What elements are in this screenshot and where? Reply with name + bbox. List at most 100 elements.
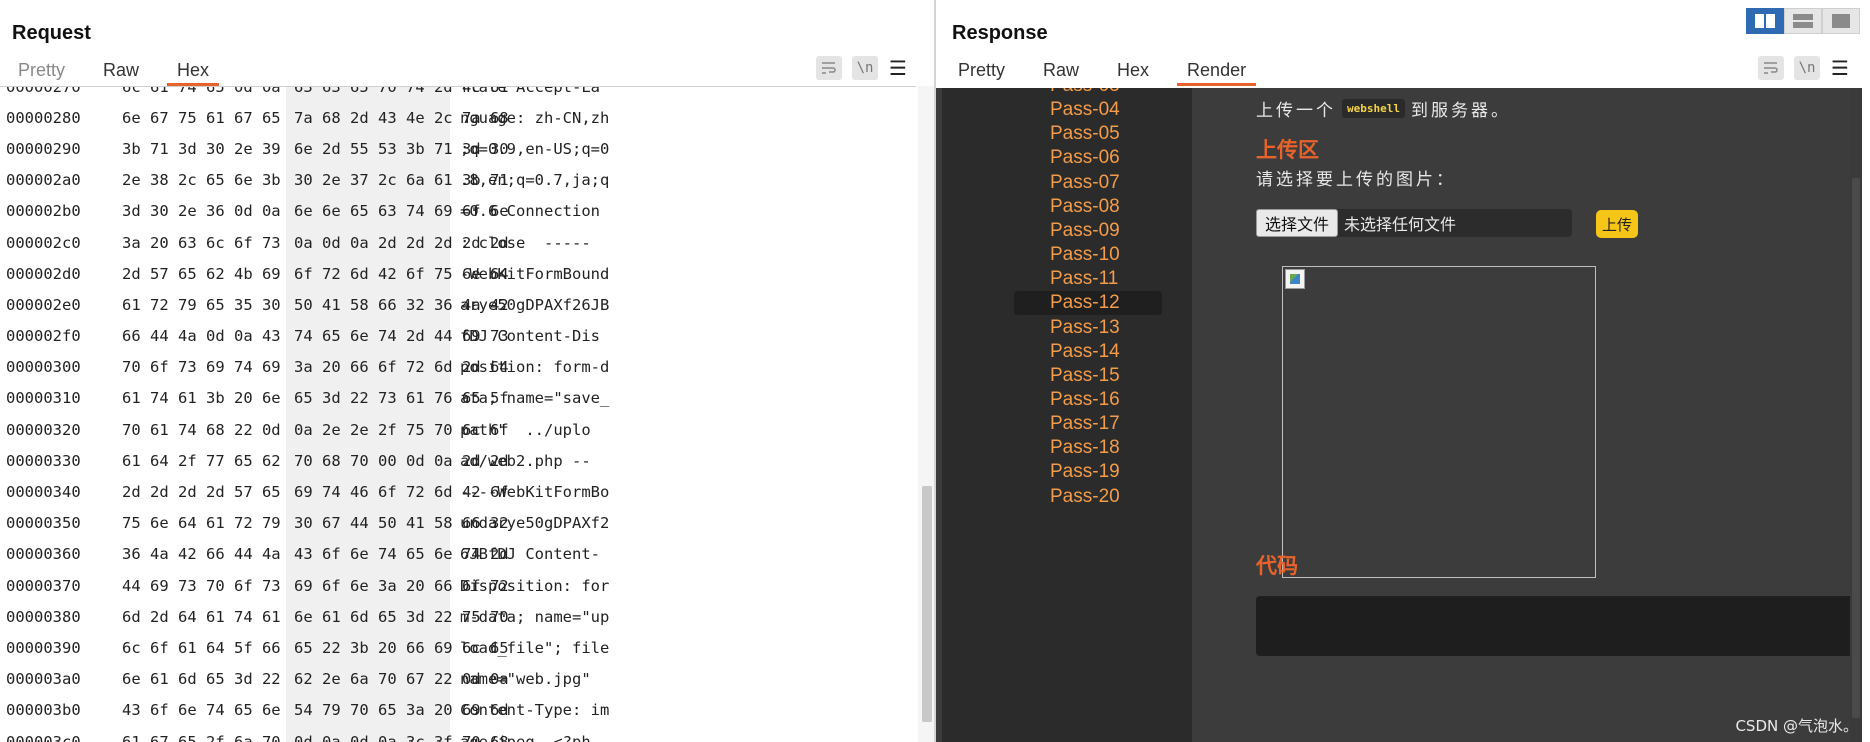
hex-bytes-b[interactable]: 0a 2e 2e 2f 75 70 6c 6f [286,414,509,446]
hex-bytes-a[interactable]: 70 6f 73 69 74 69 6f 6e [114,351,337,383]
hex-row[interactable]: 00000320 70 61 74 68 22 0d 0a 0d 0a 2e 2e … [0,414,916,446]
hex-ascii[interactable]: ;q=0.9,en-US;q=0 [450,133,609,164]
menu-icon[interactable]: ☰ [888,56,908,80]
single-pane-icon[interactable] [1822,8,1860,34]
hex-bytes-a[interactable]: 6d 2d 64 61 74 61 3b 20 [114,601,337,633]
hex-bytes-a[interactable]: 6e 67 75 61 67 65 3a 20 [114,102,337,134]
hex-bytes-b[interactable]: 0d 0a 0d 0a 3c 3f 70 68 [286,725,509,742]
hex-bytes-b[interactable]: 69 6f 6e 3a 20 66 6f 72 [286,570,509,602]
hex-bytes-a[interactable]: 70 61 74 68 22 0d 0a 0d [114,414,337,446]
hex-bytes-b[interactable]: 6f 72 6d 42 6f 75 6e 64 [286,258,509,290]
split-horizontal-icon[interactable] [1746,8,1784,34]
hex-bytes-a[interactable]: 6c 61 74 65 0d 0a 41 [114,87,309,103]
tab-pretty[interactable]: Pretty [18,56,65,86]
hex-bytes-b[interactable]: 30 67 44 50 41 58 66 32 [286,507,509,539]
nav-item-pass-06[interactable]: Pass-06 [1014,146,1162,170]
hex-bytes-b[interactable]: 69 74 46 6f 72 6d 42 6f [286,476,509,508]
request-scrollbar[interactable] [918,86,934,742]
hex-row[interactable]: 00000330 61 64 2f 77 65 62 32 2e 70 68 70 … [0,445,916,477]
hex-bytes-b[interactable]: 30 2e 37 2c 6a 61 3b 71 [286,164,509,196]
newline-icon[interactable]: \n [852,56,878,80]
nav-item-pass-18[interactable]: Pass-18 [1014,436,1162,460]
hex-bytes-a[interactable]: 61 67 65 2f 6a 70 65 67 [114,725,337,742]
hex-bytes-b[interactable]: 43 6f 6e 74 65 6e 74 2d [286,538,509,570]
hex-bytes-a[interactable]: 3b 71 3d 30 2e 39 2c 65 [114,133,337,165]
hex-row[interactable]: 00000390 6c 6f 61 64 5f 66 69 6c 65 22 3b … [0,632,916,664]
hex-bytes-b[interactable]: 63 63 65 70 74 2d 4c 61 [286,87,509,103]
hex-bytes-a[interactable]: 2d 2d 2d 2d 57 65 62 4b [114,476,337,508]
nav-item-pass-16[interactable]: Pass-16 [1014,388,1162,412]
hex-ascii[interactable]: flate Accept-La [450,87,600,102]
hex-bytes-a[interactable]: 3d 30 2e 36 0d 0a 43 6f [114,195,337,227]
nav-item-pass-08[interactable]: Pass-08 [1014,195,1162,219]
hex-bytes-b[interactable]: 65 22 3b 20 66 69 6c 65 [286,632,509,664]
hex-bytes-a[interactable]: 66 44 4a 0d 0a 43 6f 6e [114,320,337,352]
hex-ascii[interactable]: ata; name="save_ [450,383,609,414]
hex-row[interactable]: 000003b0 43 6f 6e 74 65 6e 74 2d 54 79 70 … [0,694,916,726]
hex-row[interactable]: 00000270 6c 61 74 65 0d 0a 41 63 63 65 70 … [0,87,916,103]
hex-view[interactable]: 00000270 6c 61 74 65 0d 0a 41 63 63 65 70 … [0,86,916,742]
nav-item-pass-11[interactable]: Pass-11 [1014,267,1162,291]
hex-ascii[interactable]: ad/web2.php -- [450,445,600,476]
hex-bytes-b[interactable]: 54 79 70 65 3a 20 69 6d [286,694,509,726]
hex-bytes-b[interactable]: 6e 61 6d 65 3d 22 75 70 [286,601,509,633]
hex-ascii[interactable]: -WebKitFormBound [450,258,609,289]
hex-ascii[interactable]: path" ../uplo [450,414,600,445]
nav-item-pass-15[interactable]: Pass-15 [1014,364,1162,388]
nav-item-pass-14[interactable]: Pass-14 [1014,340,1162,364]
hex-row[interactable]: 00000370 44 69 73 70 6f 73 69 74 69 6f 6e … [0,570,916,602]
split-vertical-icon[interactable] [1784,8,1822,34]
nav-item-pass-10[interactable]: Pass-10 [1014,243,1162,267]
hex-bytes-b[interactable]: 70 68 70 00 0d 0a 2d 2d [286,445,509,477]
nav-item-pass-03[interactable]: Pass-03 [1014,88,1162,98]
scroll-thumb[interactable] [1852,178,1860,718]
hex-row[interactable]: 000002a0 2e 38 2c 65 6e 3b 71 3d 30 2e 37 … [0,164,916,196]
tab-pretty[interactable]: Pretty [958,56,1005,86]
hex-row[interactable]: 000002c0 3a 20 63 6c 6f 73 65 0d 0a 0d 0a … [0,226,916,259]
hex-ascii[interactable]: fDJ Content-Dis [450,321,600,352]
hex-ascii[interactable]: Content-Type: im [450,695,609,726]
hex-row[interactable]: 00000300 70 6f 73 69 74 69 6f 6e 3a 20 66 … [0,351,916,383]
hex-ascii[interactable]: 6JBfDJ Content- [450,539,600,570]
hex-row[interactable]: 000002b0 3d 30 2e 36 0d 0a 43 6f 6e 6e 65 … [0,195,916,227]
tab-render[interactable]: Render [1177,56,1257,86]
hex-ascii[interactable]: load_file"; file [450,632,609,663]
tab-raw[interactable]: Raw [1043,56,1079,86]
nav-item-pass-09[interactable]: Pass-09 [1014,219,1162,243]
hex-bytes-b[interactable]: 3a 20 66 6f 72 6d 2d 64 [286,351,509,383]
hex-bytes-a[interactable]: 3a 20 63 6c 6f 73 65 0d [114,226,337,259]
hex-row[interactable]: 000002d0 2d 57 65 62 4b 69 74 46 6f 72 6d … [0,258,916,290]
hex-row[interactable]: 00000380 6d 2d 64 61 74 61 3b 20 6e 61 6d … [0,601,916,633]
newline-icon[interactable]: \n [1794,56,1820,80]
hex-ascii[interactable]: age/jpeg <?ph [450,726,600,742]
hex-bytes-b[interactable]: 65 3d 22 73 61 76 65 5f [286,382,509,415]
hex-bytes-a[interactable]: 43 6f 6e 74 65 6e 74 2d [114,694,337,726]
hex-row[interactable]: 00000340 2d 2d 2d 2d 57 65 62 4b 69 74 46 … [0,476,916,508]
nav-item-pass-19[interactable]: Pass-19 [1014,460,1162,484]
wrap-icon[interactable] [1758,56,1784,80]
hex-ascii[interactable]: .8,en;q=0.7,ja;q [450,165,609,196]
wrap-icon[interactable] [816,56,842,80]
hex-row[interactable]: 00000290 3b 71 3d 30 2e 39 2c 65 6e 2d 55 … [0,133,916,165]
nav-item-pass-13[interactable]: Pass-13 [1014,316,1162,340]
hex-bytes-a[interactable]: 2e 38 2c 65 6e 3b 71 3d [114,164,337,196]
hex-row[interactable]: 000003c0 61 67 65 2f 6a 70 65 67 0d 0a 0d … [0,725,916,742]
response-scrollbar[interactable] [1850,88,1862,742]
hex-ascii[interactable]: =0.6 Connection [450,196,600,227]
hex-bytes-a[interactable]: 2d 57 65 62 4b 69 74 46 [114,258,337,290]
hex-bytes-a[interactable]: 61 64 2f 77 65 62 32 2e [114,445,337,477]
hex-ascii[interactable]: name="web.jpg" [450,664,600,695]
scroll-thumb[interactable] [922,486,932,722]
hex-bytes-a[interactable]: 6c 6f 61 64 5f 66 69 6c [114,632,337,664]
choose-file-button[interactable]: 选择文件 [1256,209,1339,237]
hex-bytes-a[interactable]: 44 69 73 70 6f 73 69 74 [114,570,337,602]
file-input[interactable]: 选择文件 未选择任何文件 [1256,209,1572,237]
hex-ascii[interactable]: position: form-d [450,352,609,383]
hex-row[interactable]: 000002f0 66 44 4a 0d 0a 43 6f 6e 74 65 6e … [0,320,916,352]
hex-bytes-a[interactable]: 6e 61 6d 65 3d 22 77 65 [114,663,337,695]
tab-raw[interactable]: Raw [103,56,139,86]
hex-ascii[interactable]: undarye50gDPAXf2 [450,508,609,539]
nav-item-pass-04[interactable]: Pass-04 [1014,98,1162,122]
hex-bytes-b[interactable]: 7a 68 2d 43 4e 2c 7a 68 [286,102,509,134]
hex-row[interactable]: 00000350 75 6e 64 61 72 79 65 35 30 67 44 … [0,507,916,539]
